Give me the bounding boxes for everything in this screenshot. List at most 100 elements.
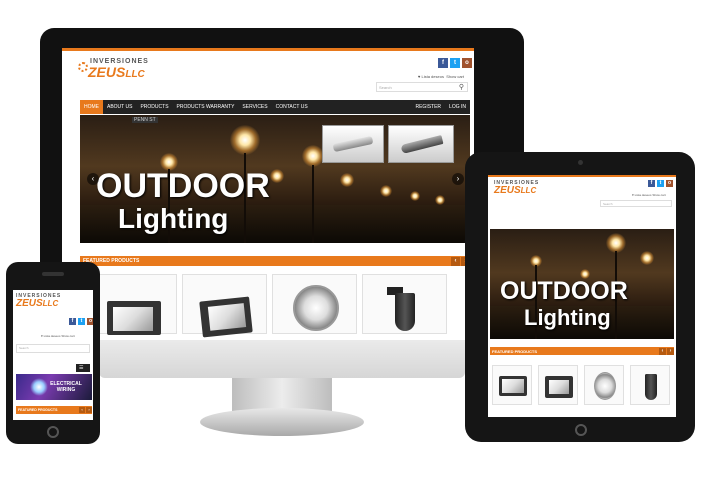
search-icon[interactable]: ⚲: [459, 83, 464, 91]
featured-prev-icon[interactable]: ‹: [79, 407, 85, 413]
nav-login[interactable]: LOG IN: [445, 100, 470, 114]
product-card[interactable]: [92, 274, 177, 335]
product-card[interactable]: [630, 365, 670, 405]
menu-toggle[interactable]: ☰: [76, 364, 90, 372]
nav-contact[interactable]: CONTACT US: [272, 100, 312, 114]
logo[interactable]: INVERSIONES ZEUSLLC: [78, 58, 149, 80]
top-accent-bar: [62, 48, 474, 51]
monitor-screen: INVERSIONES ZEUSLLC f t o ♥ Lista deseos…: [62, 48, 474, 340]
twitter-icon[interactable]: t: [450, 58, 460, 68]
cart-link[interactable]: Show cart: [61, 334, 74, 338]
product-card[interactable]: [492, 365, 532, 405]
led-bulb-icon: [594, 372, 616, 400]
nav-warranty[interactable]: PRODUCTS WARRANTY: [173, 100, 239, 114]
tablet-screen: INVERSIONES ZEUSLLC f t o ♥ Lista deseos…: [488, 175, 676, 417]
track-light-icon: [395, 293, 415, 331]
facebook-icon[interactable]: f: [69, 318, 76, 325]
product-card[interactable]: [584, 365, 624, 405]
led-bulb-icon: [293, 285, 339, 331]
nav-products[interactable]: PRODUCTS: [136, 100, 172, 114]
logo-main-text: ZEUS: [16, 298, 43, 309]
nav-register[interactable]: REGISTER: [411, 100, 445, 114]
social-links: f t o: [648, 180, 673, 187]
instagram-icon[interactable]: o: [666, 180, 673, 187]
search-input[interactable]: Search: [16, 344, 90, 353]
street-light: [340, 173, 354, 187]
nav-home[interactable]: HOME: [80, 100, 103, 114]
track-light-icon: [645, 374, 657, 400]
facebook-icon[interactable]: f: [648, 180, 655, 187]
social-links: f t o: [438, 58, 472, 68]
facebook-icon[interactable]: f: [438, 58, 448, 68]
search-input[interactable]: Search: [600, 200, 672, 207]
hero-title: OUTDOOR: [500, 277, 628, 305]
account-links: ♥ Lista deseos Show cart: [632, 193, 666, 197]
search-input[interactable]: Search ⚲: [376, 82, 468, 92]
monitor-stand: [200, 408, 364, 436]
nav-about[interactable]: ABOUT US: [103, 100, 136, 114]
social-links: f t o: [69, 318, 93, 325]
heart-icon: ♥: [418, 74, 421, 79]
search-placeholder: Search: [603, 202, 613, 206]
account-links: ♥ Lista deseos Show cart: [418, 74, 464, 79]
instagram-icon[interactable]: o: [462, 58, 472, 68]
floodlight-icon: [545, 376, 573, 398]
floodlight-icon: [499, 376, 527, 396]
product-card[interactable]: [538, 365, 578, 405]
hero-subtitle: Lighting: [524, 305, 611, 330]
slider-prev-icon[interactable]: ‹: [87, 173, 99, 185]
logo-suffix-text: LLC: [125, 69, 145, 80]
street-sign: PENN ST: [132, 117, 158, 123]
cart-link[interactable]: Show cart: [446, 74, 464, 79]
phone-banner: ELECTRICAL WIRING: [16, 374, 92, 400]
instagram-icon[interactable]: o: [87, 318, 93, 325]
twitter-icon[interactable]: t: [657, 180, 664, 187]
nav-services[interactable]: SERVICES: [238, 100, 271, 114]
featured-next-icon[interactable]: ›: [667, 347, 674, 355]
wishlist-link[interactable]: Lista deseos: [44, 334, 61, 338]
hero-slider: PENN ST OUTDOOR Lighting ‹ ›: [80, 115, 470, 243]
banner-text: ELECTRICAL WIRING: [50, 381, 82, 393]
search-placeholder: Search: [379, 85, 392, 90]
logo[interactable]: INVERSIONES ZEUSLLC: [16, 294, 61, 309]
logo-main-text: ZEUS: [494, 185, 521, 196]
slider-next-icon[interactable]: ›: [452, 173, 464, 185]
product-thumb-streetlight: [322, 125, 384, 163]
floodlight-icon: [107, 301, 161, 335]
product-card[interactable]: [272, 274, 357, 334]
phone-screen: INVERSIONES ZEUSLLC f t o ♥ Lista deseos…: [13, 290, 93, 420]
street-light: [270, 169, 284, 183]
logo[interactable]: INVERSIONES ZEUSLLC: [494, 181, 539, 196]
product-card[interactable]: [362, 274, 447, 334]
tablet-camera: [578, 160, 583, 165]
tablet-home-button: [575, 424, 587, 436]
street-light: [606, 233, 626, 253]
street-light: [640, 251, 654, 265]
featured-next-icon[interactable]: ›: [86, 407, 92, 413]
featured-title: FEATURED PRODUCTS: [18, 408, 58, 412]
logo-sun-icon: [78, 62, 88, 72]
top-accent-bar: [488, 175, 676, 177]
lamp-pole: [312, 165, 314, 243]
featured-products-bar: FEATURED PRODUCTS ‹›: [16, 406, 92, 414]
main-nav: HOME ABOUT US PRODUCTS PRODUCTS WARRANTY…: [80, 100, 470, 114]
featured-title: FEATURED PRODUCTS: [492, 348, 538, 354]
wishlist-link[interactable]: Lista deseos: [635, 193, 652, 197]
hamburger-icon: ☰: [79, 365, 84, 371]
wishlist-link[interactable]: Lista deseos: [422, 74, 444, 79]
floodlight-icon: [199, 296, 253, 338]
logo-suffix-text: LLC: [520, 186, 537, 195]
account-links: ♥ Lista deseos Show cart: [41, 334, 75, 338]
heart-icon: ♥: [632, 193, 634, 197]
street-light: [230, 125, 260, 155]
hero-subtitle: Lighting: [118, 203, 229, 234]
product-thumb-cobrahead: [388, 125, 454, 163]
featured-prev-icon[interactable]: ‹: [659, 347, 666, 355]
phone-speaker: [42, 272, 64, 276]
cobrahead-icon: [400, 135, 444, 154]
featured-prev-icon[interactable]: ‹: [451, 256, 460, 266]
twitter-icon[interactable]: t: [78, 318, 85, 325]
cart-link[interactable]: Show cart: [652, 193, 665, 197]
phone-home-button: [47, 426, 59, 438]
product-card[interactable]: [182, 274, 267, 338]
